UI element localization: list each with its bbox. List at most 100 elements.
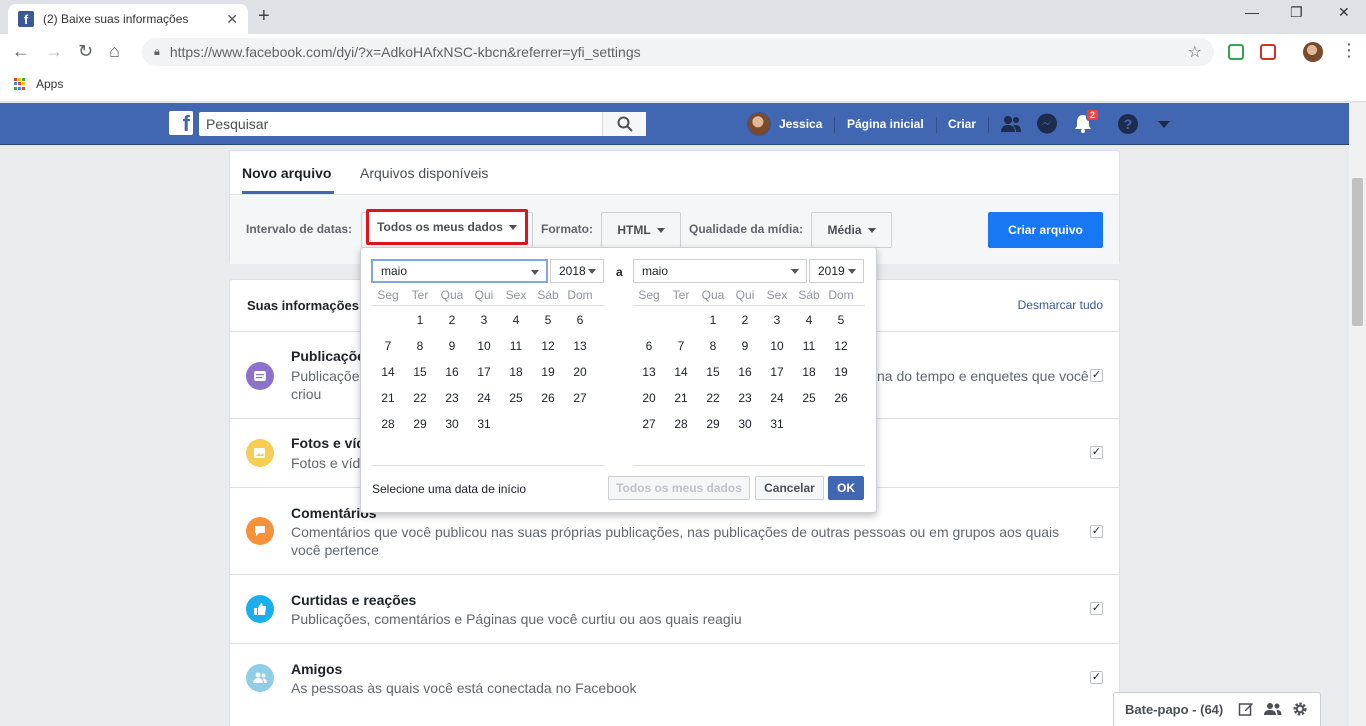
calendar-day[interactable]: 10 (468, 333, 500, 359)
calendar-day[interactable]: 8 (697, 333, 729, 359)
extension-pocket-icon[interactable] (1260, 44, 1276, 60)
facebook-logo-icon[interactable]: f (169, 111, 193, 135)
window-close-icon[interactable]: ✕ (1338, 4, 1350, 21)
calendar-day[interactable]: 19 (825, 359, 857, 385)
ok-button[interactable]: OK (828, 476, 864, 500)
end-year-select[interactable]: 2019 (809, 259, 864, 283)
calendar-day[interactable]: 5 (825, 307, 857, 333)
profile-link[interactable]: Jessica (747, 103, 822, 145)
calendar-day[interactable]: 11 (500, 333, 532, 359)
end-month-select[interactable]: maio (633, 259, 807, 283)
calendar-day[interactable]: 6 (564, 307, 596, 333)
calendar-day[interactable]: 11 (793, 333, 825, 359)
calendar-day[interactable]: 21 (665, 385, 697, 411)
format-dropdown[interactable]: HTML (601, 212, 681, 248)
messenger-button[interactable] (1036, 103, 1058, 145)
date-range-dropdown[interactable]: Todos os meus dados (366, 209, 528, 245)
search-input[interactable] (199, 113, 602, 135)
calendar-day[interactable]: 28 (372, 411, 404, 437)
checkbox[interactable]: ✓ (1090, 602, 1103, 615)
list-item[interactable]: Amigos As pessoas às quais você está con… (230, 643, 1119, 713)
calendar-day[interactable]: 30 (436, 411, 468, 437)
calendar-day[interactable]: 1 (697, 307, 729, 333)
calendar-day[interactable]: 20 (633, 385, 665, 411)
calendar-day[interactable]: 29 (404, 411, 436, 437)
checkbox[interactable]: ✓ (1090, 671, 1103, 684)
calendar-day[interactable]: 15 (404, 359, 436, 385)
deselect-all-link[interactable]: Desmarcar tudo (1018, 298, 1103, 312)
calendar-day[interactable]: 6 (633, 333, 665, 359)
menu-kebab-icon[interactable]: ⋮ (1340, 40, 1358, 61)
calendar-day[interactable]: 31 (761, 411, 793, 437)
calendar-day[interactable]: 9 (436, 333, 468, 359)
calendar-day[interactable]: 15 (697, 359, 729, 385)
browser-tab[interactable]: f (2) Baixe suas informações ✕ (8, 4, 248, 34)
calendar-day[interactable]: 2 (436, 307, 468, 333)
search-button[interactable] (602, 112, 646, 136)
calendar-day[interactable]: 14 (665, 359, 697, 385)
calendar-day[interactable]: 25 (793, 385, 825, 411)
chat-bar[interactable]: Bate-papo - (64) (1113, 692, 1321, 726)
checkbox[interactable]: ✓ (1090, 446, 1103, 459)
calendar-day[interactable]: 5 (532, 307, 564, 333)
calendar-day[interactable]: 27 (633, 411, 665, 437)
calendar-day[interactable]: 4 (793, 307, 825, 333)
calendar-day[interactable]: 30 (729, 411, 761, 437)
account-menu-button[interactable] (1158, 103, 1170, 145)
calendar-day[interactable]: 4 (500, 307, 532, 333)
calendar-day[interactable]: 20 (564, 359, 596, 385)
new-group-icon[interactable] (1264, 702, 1282, 719)
calendar-day[interactable]: 19 (532, 359, 564, 385)
calendar-day[interactable]: 17 (468, 359, 500, 385)
calendar-day[interactable]: 22 (404, 385, 436, 411)
compose-icon[interactable] (1238, 701, 1254, 720)
calendar-day[interactable]: 7 (665, 333, 697, 359)
home-icon[interactable]: ⌂ (109, 41, 120, 62)
forward-arrow-icon[interactable]: → (45, 41, 63, 62)
bookmark-star-icon[interactable]: ☆ (1188, 42, 1202, 62)
calendar-day[interactable]: 7 (372, 333, 404, 359)
list-item[interactable]: Curtidas e reações Publicações, comentár… (230, 574, 1119, 643)
calendar-day[interactable]: 21 (372, 385, 404, 411)
calendar-day[interactable]: 3 (761, 307, 793, 333)
calendar-day[interactable]: 18 (500, 359, 532, 385)
calendar-day[interactable]: 27 (564, 385, 596, 411)
media-quality-dropdown[interactable]: Média (811, 212, 892, 248)
checkbox[interactable]: ✓ (1090, 525, 1103, 538)
address-bar[interactable]: 🔒︎ https://www.facebook.com/dyi/?x=AdkoH… (142, 38, 1214, 66)
calendar-day[interactable]: 26 (532, 385, 564, 411)
calendar-day[interactable]: 24 (468, 385, 500, 411)
start-year-select[interactable]: 2018 (550, 259, 604, 283)
notifications-button[interactable]: 2 (1073, 103, 1099, 145)
create-link[interactable]: Criar (948, 103, 976, 145)
calendar-day[interactable]: 25 (500, 385, 532, 411)
calendar-day[interactable]: 26 (825, 385, 857, 411)
create-file-button[interactable]: Criar arquivo (988, 212, 1103, 248)
tab-arquivos-disponiveis[interactable]: Arquivos disponíveis (360, 165, 488, 181)
new-tab-icon[interactable]: + (258, 5, 270, 28)
checkbox[interactable]: ✓ (1090, 369, 1103, 382)
minimize-icon[interactable]: — (1245, 4, 1259, 20)
calendar-day[interactable]: 10 (761, 333, 793, 359)
friend-requests-button[interactable] (1000, 103, 1022, 145)
cancel-button[interactable]: Cancelar (755, 476, 824, 500)
calendar-day[interactable]: 3 (468, 307, 500, 333)
maximize-icon[interactable]: ❐ (1290, 4, 1303, 21)
profile-avatar[interactable] (1303, 42, 1323, 62)
back-arrow-icon[interactable]: ← (12, 41, 30, 62)
chat-settings-icon[interactable] (1292, 701, 1308, 720)
apps-bookmark[interactable]: Apps (14, 77, 63, 91)
calendar-day[interactable]: 24 (761, 385, 793, 411)
calendar-day[interactable]: 22 (697, 385, 729, 411)
calendar-day[interactable]: 12 (532, 333, 564, 359)
calendar-day[interactable]: 16 (729, 359, 761, 385)
calendar-day[interactable]: 28 (665, 411, 697, 437)
tab-close-icon[interactable]: ✕ (226, 11, 238, 28)
calendar-day[interactable]: 31 (468, 411, 500, 437)
calendar-day[interactable]: 13 (564, 333, 596, 359)
tab-novo-arquivo[interactable]: Novo arquivo (242, 165, 331, 181)
calendar-day[interactable]: 18 (793, 359, 825, 385)
calendar-day[interactable]: 8 (404, 333, 436, 359)
calendar-day[interactable]: 17 (761, 359, 793, 385)
calendar-day[interactable]: 16 (436, 359, 468, 385)
